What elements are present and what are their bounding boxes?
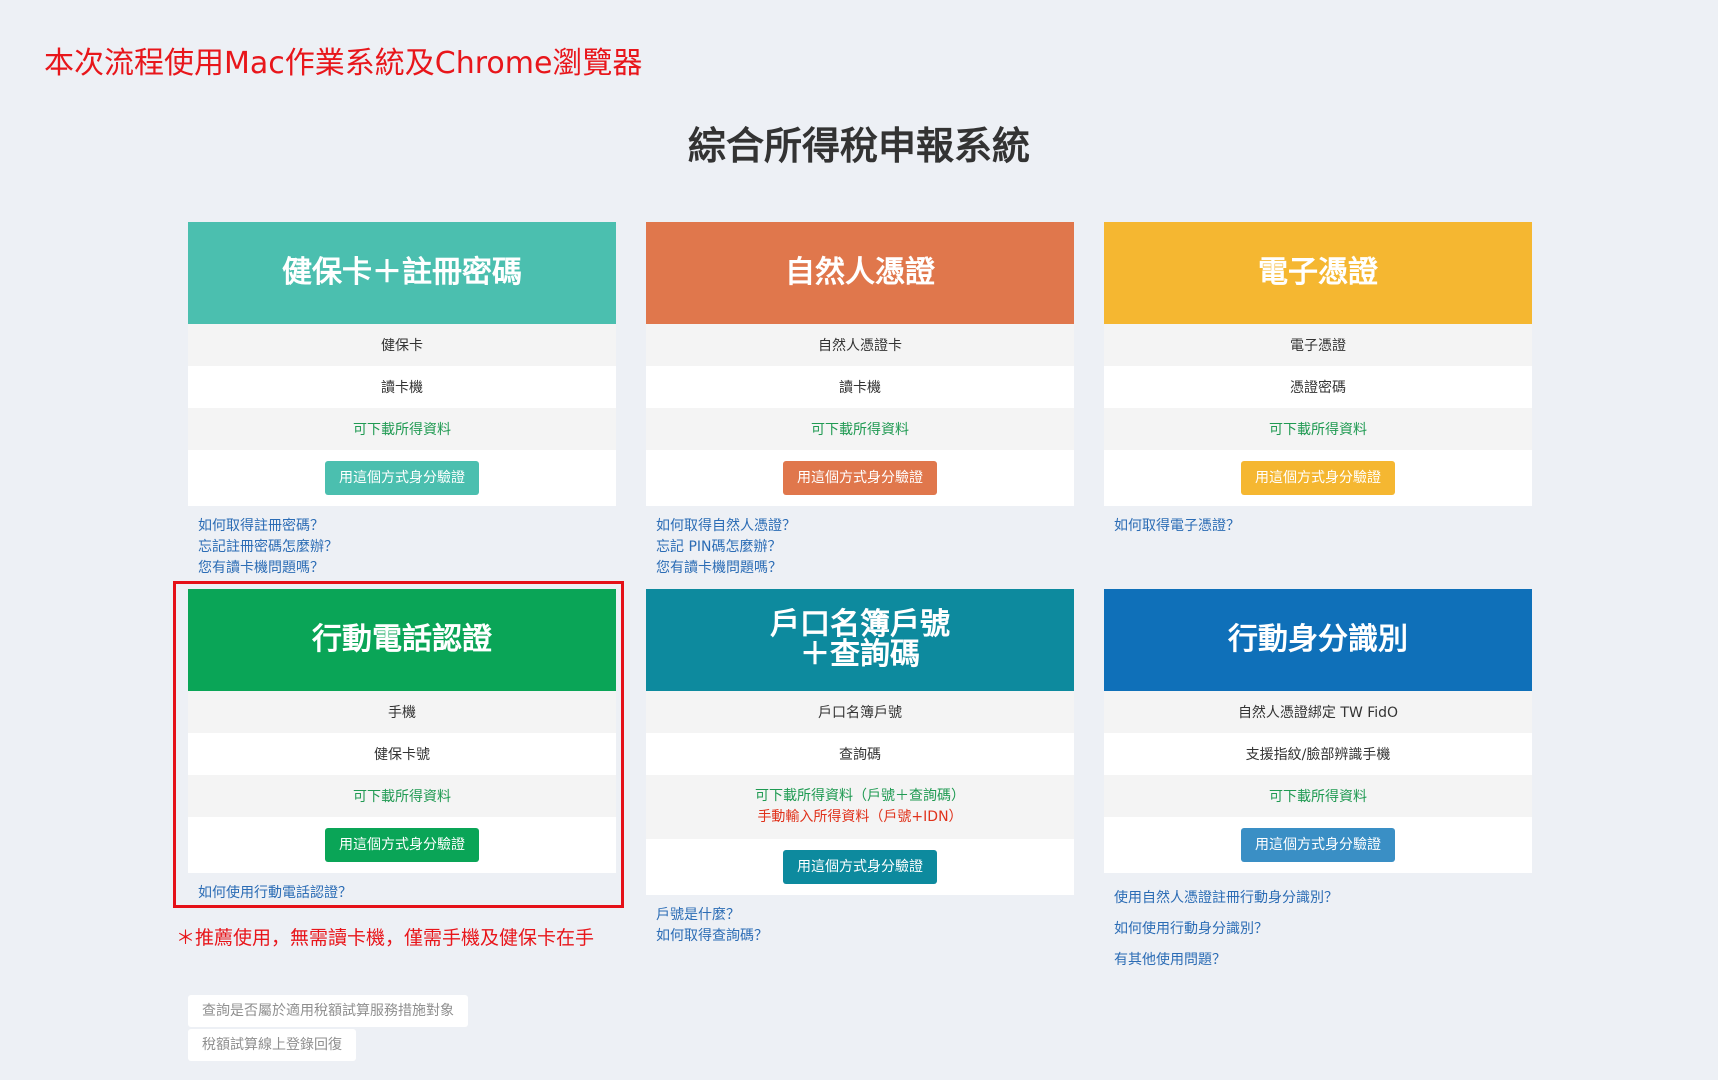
help-link[interactable]: 忘記 PIN碼怎麼辦？ — [656, 537, 1074, 558]
verify-button[interactable]: 用這個方式身分驗證 — [783, 461, 937, 495]
card-header: 自然人憑證 — [646, 222, 1074, 324]
help-link[interactable]: 如何取得註冊密碼？ — [198, 516, 616, 537]
requirement-item: 查詢碼 — [646, 733, 1074, 775]
help-link[interactable]: 戶號是什麼？ — [656, 905, 1074, 926]
help-links: 如何取得電子憑證？ — [1104, 506, 1532, 537]
page-title: 綜合所得稅申報系統 — [687, 124, 1030, 168]
requirement-item: 健保卡 — [188, 324, 616, 366]
requirement-item: 自然人憑證綁定 TW FidO — [1104, 691, 1532, 733]
recommended-highlight-box — [173, 581, 624, 908]
help-links: 戶號是什麼？ 如何取得查詢碼？ — [646, 895, 1074, 947]
recommend-note: ＊推薦使用，無需讀卡機，僅需手機及健保卡在手 — [176, 927, 595, 949]
requirement-item: 支援指紋/臉部辨識手機 — [1104, 733, 1532, 775]
help-link[interactable]: 如何取得查詢碼？ — [656, 926, 1074, 947]
download-note: 可下載所得資料 — [646, 408, 1074, 450]
verify-button[interactable]: 用這個方式身分驗證 — [1241, 461, 1395, 495]
card-header: 戶口名簿戶號 ＋查詢碼 — [646, 589, 1074, 691]
download-note: 可下載所得資料 — [1104, 408, 1532, 450]
card-mobile-id: 行動身分識別 自然人憑證綁定 TW FidO 支援指紋/臉部辨識手機 可下載所得… — [1104, 589, 1532, 976]
card-header-line: ＋查詢碼 — [800, 637, 920, 672]
verify-button[interactable]: 用這個方式身分驗證 — [325, 461, 479, 495]
help-link[interactable]: 如何取得電子憑證？ — [1114, 516, 1532, 537]
download-note: 可下載所得資料（戶號＋查詢碼） 手動輸入所得資料（戶號+IDN） — [646, 775, 1074, 839]
requirement-item: 電子憑證 — [1104, 324, 1532, 366]
help-link[interactable]: 忘記註冊密碼怎麼辦？ — [198, 537, 616, 558]
download-note: 可下載所得資料 — [188, 408, 616, 450]
help-links: 使用自然人憑證註冊行動身分識別？ 如何使用行動身分識別？ 有其他使用問題？ — [1104, 873, 1532, 976]
requirement-item: 自然人憑證卡 — [646, 324, 1074, 366]
requirement-item: 讀卡機 — [188, 366, 616, 408]
verify-button[interactable]: 用這個方式身分驗證 — [1241, 828, 1395, 862]
card-header: 健保卡＋註冊密碼 — [188, 222, 616, 324]
eligibility-query-button[interactable]: 查詢是否屬於適用稅額試算服務措施對象 — [188, 995, 468, 1027]
requirement-item: 憑證密碼 — [1104, 366, 1532, 408]
help-link[interactable]: 使用自然人憑證註冊行動身分識別？ — [1114, 883, 1532, 914]
requirement-item: 戶口名簿戶號 — [646, 691, 1074, 733]
download-note: 可下載所得資料 — [1104, 775, 1532, 817]
help-link[interactable]: 如何取得自然人憑證？ — [656, 516, 1074, 537]
help-link[interactable]: 如何使用行動身分識別？ — [1114, 914, 1532, 945]
help-link[interactable]: 您有讀卡機問題嗎？ — [656, 558, 1074, 579]
process-note: 本次流程使用Mac作業系統及Chrome瀏覽器 — [44, 46, 643, 81]
help-link[interactable]: 您有讀卡機問題嗎？ — [198, 558, 616, 579]
verify-button[interactable]: 用這個方式身分驗證 — [783, 850, 937, 884]
card-e-certificate: 電子憑證 電子憑證 憑證密碼 可下載所得資料 用這個方式身分驗證 如何取得電子憑… — [1104, 222, 1532, 537]
card-household: 戶口名簿戶號 ＋查詢碼 戶口名簿戶號 查詢碼 可下載所得資料（戶號＋查詢碼） 手… — [646, 589, 1074, 947]
manual-input-note: 手動輸入所得資料（戶號+IDN） — [757, 809, 963, 825]
help-links: 如何取得自然人憑證？ 忘記 PIN碼怎麼辦？ 您有讀卡機問題嗎？ — [646, 506, 1074, 579]
card-header-line: 戶口名簿戶號 — [770, 607, 950, 642]
card-header: 電子憑證 — [1104, 222, 1532, 324]
requirement-item: 讀卡機 — [646, 366, 1074, 408]
card-header: 行動身分識別 — [1104, 589, 1532, 691]
help-link[interactable]: 有其他使用問題？ — [1114, 945, 1532, 976]
card-nhi-card: 健保卡＋註冊密碼 健保卡 讀卡機 可下載所得資料 用這個方式身分驗證 如何取得註… — [188, 222, 616, 579]
help-links: 如何取得註冊密碼？ 忘記註冊密碼怎麼辦？ 您有讀卡機問題嗎？ — [188, 506, 616, 579]
online-registration-reply-button[interactable]: 稅額試算線上登錄回復 — [188, 1029, 356, 1061]
download-note-text: 可下載所得資料（戶號＋查詢碼） — [755, 788, 965, 804]
card-citizen-certificate: 自然人憑證 自然人憑證卡 讀卡機 可下載所得資料 用這個方式身分驗證 如何取得自… — [646, 222, 1074, 579]
